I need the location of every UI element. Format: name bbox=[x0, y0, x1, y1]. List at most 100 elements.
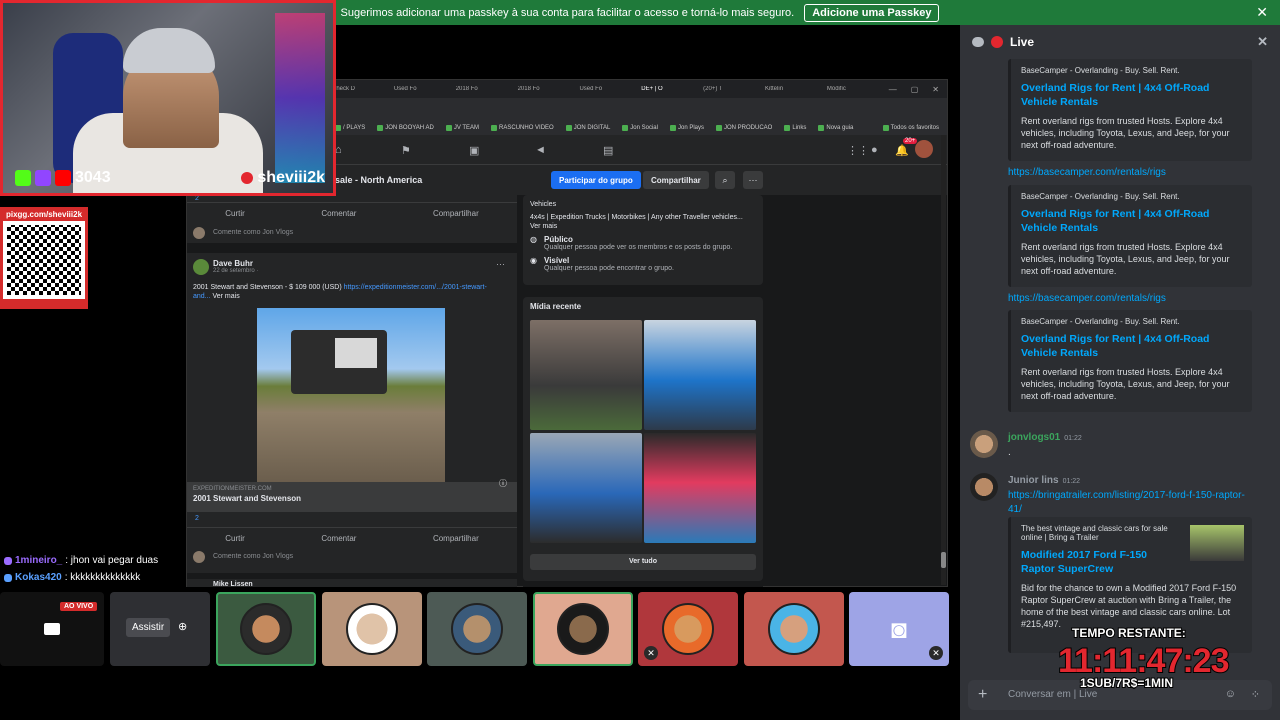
bookmark[interactable]: RASCUNHO VIDEO bbox=[491, 125, 554, 131]
media-thumb[interactable] bbox=[530, 433, 642, 543]
bookmark[interactable]: JON PRODUCAO bbox=[716, 125, 772, 131]
post-photo[interactable] bbox=[257, 308, 445, 482]
profile-avatar[interactable] bbox=[915, 140, 933, 158]
scrollbar-thumb[interactable] bbox=[941, 552, 946, 568]
embed-title[interactable]: Overland Rigs for Rent | 4x4 Off-Road Ve… bbox=[1021, 332, 1242, 360]
join-group-button[interactable]: Participar do grupo bbox=[551, 171, 641, 189]
tab[interactable]: Kittelin bbox=[765, 86, 809, 92]
apps-icon[interactable]: ⁘ bbox=[1251, 688, 1260, 701]
messenger-icon[interactable]: ● bbox=[871, 144, 878, 156]
info-icon[interactable]: ⓘ bbox=[499, 478, 507, 489]
post-date[interactable]: 22 de setembro · bbox=[213, 268, 258, 274]
message-input[interactable]: Conversar em | Live bbox=[1008, 689, 1097, 700]
tab[interactable]: Modific bbox=[827, 86, 871, 92]
author-name[interactable]: jonvlogs01 bbox=[1008, 432, 1060, 443]
bell-icon[interactable]: 🔔 bbox=[895, 144, 909, 157]
post-author[interactable]: Dave Buhr bbox=[213, 259, 258, 268]
participant-tile[interactable] bbox=[322, 592, 422, 666]
share-button[interactable]: Compartilhar bbox=[433, 534, 479, 543]
more-icon[interactable]: ··· bbox=[743, 171, 763, 189]
tab[interactable]: 2018 Fo bbox=[518, 86, 562, 92]
participant-tile[interactable] bbox=[533, 592, 633, 666]
marketplace-icon[interactable]: ▣ bbox=[469, 144, 479, 157]
watch-stream-tile[interactable]: Assistir ⊕ bbox=[110, 592, 210, 666]
link-preview[interactable]: EXPEDITIONMEISTER.COM 2001 Stewart and S… bbox=[187, 479, 517, 512]
share-group-button[interactable]: Compartilhar bbox=[643, 171, 709, 189]
message-author[interactable]: Junior lins 01:22 bbox=[1008, 475, 1080, 486]
flag-icon[interactable]: ⚑ bbox=[401, 144, 411, 157]
bookmark[interactable]: JON BOOYAH AD bbox=[377, 125, 434, 131]
avatar[interactable] bbox=[970, 473, 998, 501]
see-all-button[interactable]: Ver tudo bbox=[530, 554, 756, 570]
gaming-icon[interactable]: ▤ bbox=[603, 144, 613, 157]
media-thumb[interactable] bbox=[530, 320, 642, 430]
message-link[interactable]: https://basecamper.com/rentals/rigs bbox=[1008, 293, 1166, 304]
see-more-link[interactable]: Ver mais bbox=[530, 222, 756, 231]
embed-thumbnail[interactable] bbox=[1190, 525, 1244, 561]
kick-icon bbox=[15, 170, 31, 186]
see-more-link[interactable]: Ver mais bbox=[211, 293, 239, 300]
comment-input[interactable]: Comente como Jon Vlogs bbox=[187, 548, 517, 565]
comment-button[interactable]: Comentar bbox=[321, 534, 356, 543]
author-name[interactable]: Junior lins bbox=[1008, 475, 1059, 486]
reaction-count: 2 bbox=[195, 515, 199, 522]
bookmark[interactable]: JV TEAM bbox=[446, 125, 479, 131]
watch-button[interactable]: Assistir bbox=[126, 618, 171, 637]
maximize-icon[interactable]: ▢ bbox=[911, 85, 919, 94]
bookmark[interactable]: Jon Social bbox=[622, 125, 658, 131]
search-icon[interactable]: ⌕ bbox=[715, 171, 735, 189]
post-more-icon[interactable]: ··· bbox=[496, 259, 505, 269]
viewer-counter: 3043 bbox=[15, 169, 111, 187]
embed-title[interactable]: Overland Rigs for Rent | 4x4 Off-Road Ve… bbox=[1021, 207, 1242, 235]
tab-active[interactable]: DE+ | O bbox=[641, 86, 685, 92]
add-passkey-button[interactable]: Adicione uma Passkey bbox=[804, 3, 940, 22]
scrollbar[interactable] bbox=[941, 135, 946, 585]
zoom-icon[interactable]: ⊕ bbox=[178, 620, 187, 633]
link-domain: EXPEDITIONMEISTER.COM bbox=[193, 486, 272, 492]
overlay-chat-line: Kokas420 : kkkkkkkkkkkkkk bbox=[4, 572, 140, 583]
privacy-visible: ◉ Visível Qualquer pessoa pode encontrar… bbox=[530, 256, 756, 272]
timestamp: 01:22 bbox=[1062, 478, 1081, 485]
tab[interactable]: Check D bbox=[332, 86, 376, 92]
tab[interactable]: Used Fo bbox=[579, 86, 623, 92]
bookmark[interactable]: / PLAYS bbox=[335, 125, 365, 131]
menu-grid-icon[interactable]: ⋮⋮ bbox=[847, 144, 869, 157]
embed-title[interactable]: Overland Rigs for Rent | 4x4 Off-Road Ve… bbox=[1021, 81, 1242, 109]
close-icon[interactable]: ✕ bbox=[1256, 4, 1268, 21]
bookmark-all[interactable]: Todos os favoritos bbox=[883, 125, 939, 131]
add-attachment-icon[interactable]: + bbox=[978, 686, 987, 704]
bookmark[interactable]: Jon Plays bbox=[670, 125, 704, 131]
share-button[interactable]: Compartilhar bbox=[433, 209, 479, 218]
megaphone-icon[interactable]: ◄ bbox=[535, 144, 546, 156]
message-author[interactable]: jonvlogs01 01:22 bbox=[1008, 432, 1082, 443]
screen-share-tile[interactable]: AO VIVO bbox=[0, 592, 104, 666]
embed-desc: Rent overland rigs from trusted Hosts. E… bbox=[1021, 116, 1230, 150]
message-link[interactable]: https://basecamper.com/rentals/rigs bbox=[1008, 167, 1166, 178]
participant-tile[interactable] bbox=[216, 592, 316, 666]
participant-tile[interactable]: ✕ bbox=[638, 592, 738, 666]
close-panel-icon[interactable]: ✕ bbox=[1257, 34, 1268, 50]
like-button[interactable]: Curtir bbox=[225, 534, 245, 543]
emoji-icon[interactable]: ☺ bbox=[1225, 688, 1236, 700]
comment-input[interactable]: Comente como Jon Vlogs bbox=[187, 224, 517, 241]
author-avatar[interactable] bbox=[193, 259, 209, 275]
media-thumb[interactable] bbox=[644, 320, 756, 430]
bookmark[interactable]: Nova guia bbox=[818, 125, 853, 131]
bookmark[interactable]: JON DIGITAL bbox=[566, 125, 611, 131]
minimize-icon[interactable]: — bbox=[889, 85, 897, 94]
embed-title[interactable]: Modified 2017 Ford F-150 Raptor SuperCre… bbox=[1021, 548, 1182, 576]
screen-share-icon bbox=[44, 623, 60, 635]
tab[interactable]: (20+) T bbox=[703, 86, 747, 92]
participant-tile[interactable]: ◙ ✕ bbox=[849, 592, 949, 666]
message-link[interactable]: https://bringatrailer.com/listing/2017-f… bbox=[1008, 489, 1258, 517]
bookmark[interactable]: Links bbox=[784, 125, 806, 131]
avatar[interactable] bbox=[970, 430, 998, 458]
tab[interactable]: Used Fo bbox=[394, 86, 438, 92]
participant-tile[interactable] bbox=[427, 592, 527, 666]
media-thumb[interactable] bbox=[644, 433, 756, 543]
comment-button[interactable]: Comentar bbox=[321, 209, 356, 218]
participant-tile[interactable] bbox=[744, 592, 844, 666]
like-button[interactable]: Curtir bbox=[225, 209, 245, 218]
close-window-icon[interactable]: ✕ bbox=[932, 85, 939, 94]
tab[interactable]: 2018 Fo bbox=[456, 86, 500, 92]
